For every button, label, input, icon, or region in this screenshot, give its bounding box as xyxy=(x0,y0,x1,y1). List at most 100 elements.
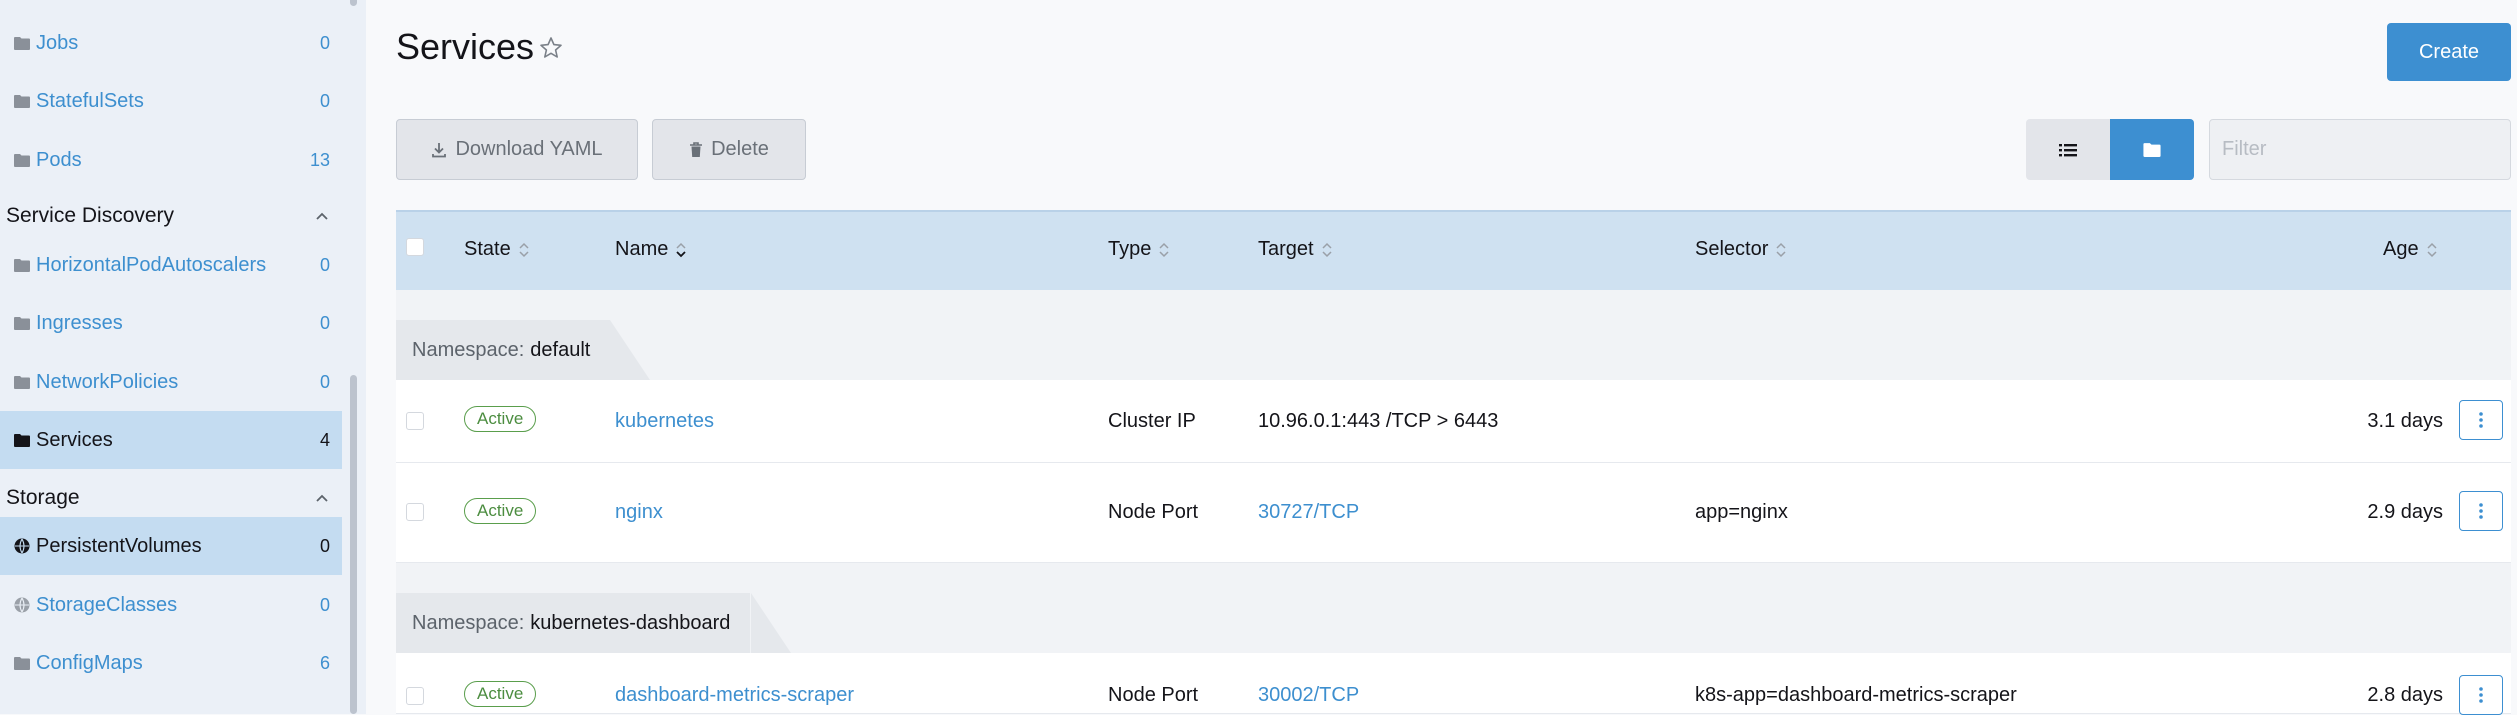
column-header-type[interactable]: Type xyxy=(1108,238,1169,261)
main-content: Services Create Download YAML Delete Sta… xyxy=(366,0,2517,715)
service-type: Node Port xyxy=(1108,684,1199,706)
namespace-name: default xyxy=(530,338,591,361)
service-type: Node Port xyxy=(1108,501,1199,523)
column-header-name[interactable]: Name xyxy=(615,238,686,261)
row-actions-button[interactable] xyxy=(2459,675,2503,715)
row-checkbox[interactable] xyxy=(406,687,424,705)
sidebar-item-label: Services xyxy=(36,428,113,451)
sidebar-item-statefulsets[interactable]: StatefulSets 0 xyxy=(0,72,342,130)
create-button[interactable]: Create xyxy=(2387,23,2511,81)
column-label: Age xyxy=(2383,238,2419,260)
sidebar-item-pods[interactable]: Pods 13 xyxy=(0,131,342,189)
sort-icon xyxy=(1159,242,1169,257)
table-row[interactable]: Active dashboard-metrics-scraper Node Po… xyxy=(396,653,2511,715)
folder-icon xyxy=(12,372,32,392)
column-header-age[interactable]: Age xyxy=(2383,238,2437,261)
sidebar-item-count: 13 xyxy=(309,149,330,170)
sidebar-item-ingresses[interactable]: Ingresses 0 xyxy=(0,294,342,352)
column-label: Target xyxy=(1258,238,1314,260)
service-age: 2.9 days xyxy=(2367,501,2443,523)
service-name-link[interactable]: kubernetes xyxy=(615,410,714,433)
view-list-button[interactable] xyxy=(2026,119,2110,180)
chevron-up-icon xyxy=(314,490,330,506)
sidebar-group-label: Storage xyxy=(6,486,80,509)
table-header: State Name Type Target Selector Age xyxy=(396,210,2511,290)
services-table: State Name Type Target Selector Age Name… xyxy=(396,210,2511,715)
sort-active-icon xyxy=(676,242,686,257)
sidebar-item-services[interactable]: Services 4 xyxy=(0,411,342,469)
sidebar-item-label: PersistentVolumes xyxy=(36,534,202,557)
sidebar-item-storageclasses[interactable]: StorageClasses 0 xyxy=(0,576,342,634)
sidebar-item-count: 0 xyxy=(319,90,330,111)
filter-input[interactable] xyxy=(2209,119,2511,180)
sidebar-item-label: StorageClasses xyxy=(36,593,178,616)
sidebar-item-count: 0 xyxy=(319,312,330,333)
download-icon xyxy=(432,142,447,157)
folder-icon xyxy=(12,430,32,450)
sidebar-item-horizontalpodautoscalers[interactable]: HorizontalPodAutoscalers 0 xyxy=(0,236,342,294)
sidebar-item-configmaps[interactable]: ConfigMaps 6 xyxy=(0,634,342,692)
service-target-link[interactable]: 30002/TCP xyxy=(1258,684,1359,707)
scrollbar-thumb[interactable] xyxy=(350,375,357,714)
sidebar-item-label: Ingresses xyxy=(36,311,123,334)
sidebar-group-storage[interactable]: Storage xyxy=(0,478,342,518)
sidebar-item-count: 0 xyxy=(319,32,330,53)
service-name-link[interactable]: dashboard-metrics-scraper xyxy=(615,684,854,707)
namespace-prefix: Namespace: xyxy=(412,611,525,634)
status-badge: Active xyxy=(464,406,537,432)
column-header-target[interactable]: Target xyxy=(1258,238,1332,261)
sidebar-item-persistentvolumes[interactable]: PersistentVolumes 0 xyxy=(0,517,342,575)
folder-icon xyxy=(12,255,32,275)
scrollbar-thumb-top[interactable] xyxy=(350,0,357,6)
namespace-group-tab: Namespace: default xyxy=(396,320,611,380)
globe-icon xyxy=(12,536,32,556)
sidebar-group-service-discovery[interactable]: Service Discovery xyxy=(0,196,342,236)
trash-icon xyxy=(690,141,703,157)
row-actions-button[interactable] xyxy=(2459,491,2503,531)
column-header-state[interactable]: State xyxy=(464,238,529,261)
star-icon[interactable] xyxy=(539,36,565,62)
row-checkbox[interactable] xyxy=(406,503,424,521)
column-label: Name xyxy=(615,238,669,260)
sidebar-item-label: NetworkPolicies xyxy=(36,370,179,393)
service-name-link[interactable]: nginx xyxy=(615,501,663,524)
sidebar-item-label: StatefulSets xyxy=(36,89,144,112)
service-selector: k8s-app=dashboard-metrics-scraper xyxy=(1695,684,2017,706)
status-badge: Active xyxy=(464,498,537,524)
row-checkbox[interactable] xyxy=(406,412,424,430)
sort-icon xyxy=(2427,242,2437,257)
namespace-group-header: Namespace: default xyxy=(396,290,2511,380)
service-selector: app=nginx xyxy=(1695,501,1788,523)
sort-icon xyxy=(1776,242,1786,257)
select-all-checkbox[interactable] xyxy=(406,238,424,256)
column-label: Selector xyxy=(1695,238,1769,260)
download-yaml-button[interactable]: Download YAML xyxy=(396,119,638,180)
delete-button[interactable]: Delete xyxy=(652,119,806,180)
sidebar-item-count: 4 xyxy=(319,429,330,450)
list-icon xyxy=(2059,143,2077,156)
namespace-group-tab: Namespace: kubernetes-dashboard xyxy=(396,593,751,653)
service-target-link[interactable]: 30727/TCP xyxy=(1258,501,1359,524)
sidebar-scrollbar[interactable] xyxy=(347,0,359,714)
namespace-name: kubernetes-dashboard xyxy=(530,611,731,634)
table-row[interactable]: Active nginx Node Port 30727/TCP app=ngi… xyxy=(396,463,2511,563)
sidebar-item-jobs[interactable]: Jobs 0 xyxy=(0,14,342,72)
sort-icon xyxy=(1322,242,1332,257)
kebab-menu-icon xyxy=(2479,687,2483,703)
sidebar-item-networkpolicies[interactable]: NetworkPolicies 0 xyxy=(0,353,342,411)
row-actions-button[interactable] xyxy=(2459,400,2503,440)
kebab-menu-icon xyxy=(2479,412,2483,428)
sidebar-item-count: 0 xyxy=(319,371,330,392)
sidebar-item-count: 0 xyxy=(319,254,330,275)
sidebar-item-count: 6 xyxy=(319,652,330,673)
view-group-button[interactable] xyxy=(2110,119,2194,180)
sort-icon xyxy=(519,242,529,257)
chevron-up-icon xyxy=(314,208,330,224)
column-label: Type xyxy=(1108,238,1152,260)
sidebar-item-label: ConfigMaps xyxy=(36,651,143,674)
folder-icon xyxy=(12,33,32,53)
column-header-selector[interactable]: Selector xyxy=(1695,238,1786,261)
service-age: 3.1 days xyxy=(2367,410,2443,432)
table-row[interactable]: Active kubernetes Cluster IP 10.96.0.1:4… xyxy=(396,380,2511,463)
folder-icon xyxy=(12,313,32,333)
